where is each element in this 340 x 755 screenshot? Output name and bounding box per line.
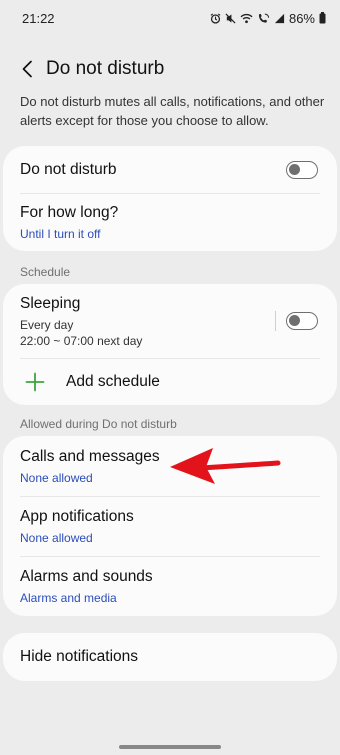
alarm-icon xyxy=(210,12,221,24)
battery-icon xyxy=(319,12,326,24)
hide-notifications-label: Hide notifications xyxy=(20,648,139,665)
toggle-divider xyxy=(275,311,276,331)
allowed-item-subtitle: Alarms and media xyxy=(20,590,117,605)
schedule-time: 22:00 ~ 07:00 next day xyxy=(20,333,143,348)
signal-icon xyxy=(274,13,285,23)
status-icons: 86% xyxy=(210,11,326,26)
hide-notifications-card: Hide notifications xyxy=(3,633,337,681)
allowed-item-alarms[interactable]: Alarms and sounds Alarms and media xyxy=(3,556,337,616)
duration-value: Until I turn it off xyxy=(20,226,101,241)
allowed-item-title: Alarms and sounds xyxy=(20,567,153,585)
dnd-switch-knob xyxy=(289,163,300,175)
sleeping-switch-knob xyxy=(289,315,300,326)
sleeping-switch[interactable] xyxy=(286,312,318,330)
plus-icon xyxy=(25,372,45,391)
add-schedule-label: Add schedule xyxy=(66,372,160,390)
home-indicator[interactable] xyxy=(119,745,221,749)
allowed-item-subtitle: None allowed xyxy=(20,530,93,545)
wifi-calling-icon xyxy=(258,13,270,23)
page-description: Do not disturb mutes all calls, notifica… xyxy=(20,94,325,128)
dnd-card: Do not disturb For how long? Until I tur… xyxy=(3,146,337,251)
schedule-card: Sleeping Every day 22:00 ~ 07:00 next da… xyxy=(3,284,337,405)
duration-row[interactable]: For how long? Until I turn it off xyxy=(3,193,337,251)
page-title: Do not disturb xyxy=(46,58,165,79)
dnd-switch[interactable] xyxy=(286,160,318,179)
schedule-section-label: Schedule xyxy=(20,265,71,279)
status-bar: 21:22 86% xyxy=(0,0,340,36)
status-time: 21:22 xyxy=(22,10,55,26)
battery-percent: 86% xyxy=(288,10,315,26)
back-arrow-icon xyxy=(22,60,32,78)
annotation-arrow-icon xyxy=(170,448,281,484)
schedule-item-sleeping[interactable]: Sleeping Every day 22:00 ~ 07:00 next da… xyxy=(3,284,337,358)
dnd-toggle-row[interactable]: Do not disturb xyxy=(3,146,337,193)
duration-label: For how long? xyxy=(20,203,119,221)
dnd-label: Do not disturb xyxy=(20,160,117,178)
add-schedule-row[interactable]: Add schedule xyxy=(3,358,337,405)
hide-notifications-row[interactable]: Hide notifications xyxy=(3,633,337,681)
allowed-item-title: App notifications xyxy=(20,507,134,525)
allowed-section-label: Allowed during Do not disturb xyxy=(20,417,177,431)
allowed-item-app-notifications[interactable]: App notifications None allowed xyxy=(3,496,337,556)
schedule-title: Sleeping xyxy=(20,294,81,312)
schedule-days: Every day xyxy=(20,317,74,332)
back-button[interactable] xyxy=(16,55,38,83)
wifi-icon xyxy=(240,13,253,23)
mute-icon xyxy=(225,12,236,24)
app-header: Do not disturb xyxy=(0,50,340,88)
